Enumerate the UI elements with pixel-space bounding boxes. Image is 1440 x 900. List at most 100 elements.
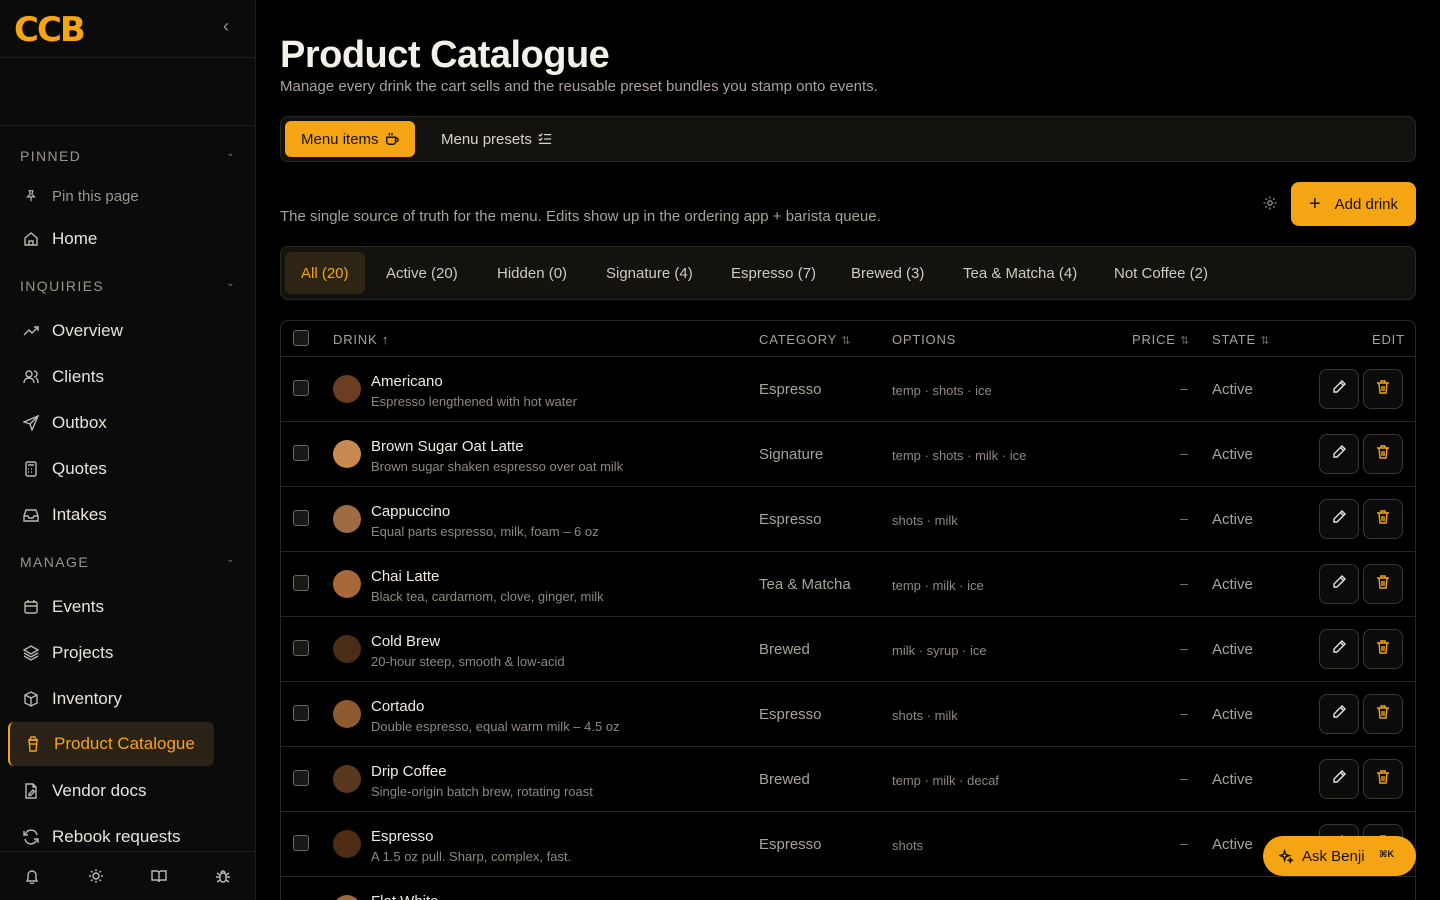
- drinks-table: DRINK ↑ CATEGORY ⇅ OPTIONS PRICE ⇅ STATE…: [280, 320, 1416, 900]
- tab-menu-items[interactable]: Menu items: [285, 121, 415, 157]
- add-drink-button[interactable]: + Add drink: [1291, 182, 1416, 226]
- drink-description: 20-hour steep, smooth & low-acid: [371, 654, 565, 669]
- table-row[interactable]: Espresso A 1.5 oz pull. Sharp, complex, f…: [281, 812, 1415, 877]
- header-category[interactable]: CATEGORY ⇅: [759, 332, 851, 347]
- delete-button[interactable]: [1363, 499, 1403, 539]
- pin-icon: [22, 187, 40, 205]
- delete-button[interactable]: [1363, 759, 1403, 799]
- ask-benji-button[interactable]: Ask Benji ⌘K: [1263, 836, 1416, 876]
- keyboard-shortcut: ⌘K: [1379, 849, 1394, 859]
- header-label: STATE: [1212, 332, 1256, 347]
- drink-description: Black tea, cardamom, clove, ginger, milk: [371, 589, 604, 604]
- settings-gear-icon[interactable]: [1262, 195, 1280, 213]
- drink-state: Active: [1212, 836, 1253, 853]
- filter-not-coffee[interactable]: Not Coffee (2): [1098, 252, 1224, 294]
- tab-menu-presets[interactable]: Menu presets: [425, 121, 568, 157]
- section-pinned[interactable]: PINNED ⌄: [20, 148, 240, 168]
- collapse-sidebar-icon[interactable]: ‹: [216, 16, 236, 36]
- edit-button[interactable]: [1319, 629, 1359, 669]
- bug-icon[interactable]: [213, 866, 233, 886]
- section-label: PINNED: [20, 148, 82, 164]
- delete-button[interactable]: [1363, 694, 1403, 734]
- row-checkbox[interactable]: [293, 705, 309, 721]
- row-checkbox[interactable]: [293, 380, 309, 396]
- filter-active[interactable]: Active (20): [370, 252, 474, 294]
- drink-category: Tea & Matcha: [759, 576, 851, 593]
- sun-icon[interactable]: [86, 866, 106, 886]
- table-row[interactable]: Drip Coffee Single-origin batch brew, rot…: [281, 747, 1415, 812]
- sidebar-bottom-bar: [0, 851, 255, 900]
- section-manage[interactable]: MANAGE ⌄: [20, 554, 240, 574]
- drink-category: Espresso: [759, 836, 822, 853]
- row-checkbox[interactable]: [293, 640, 309, 656]
- sidebar-item-overview[interactable]: Overview: [8, 309, 123, 353]
- row-checkbox[interactable]: [293, 835, 309, 851]
- row-checkbox[interactable]: [293, 575, 309, 591]
- drink-color-swatch: [333, 635, 361, 663]
- filter-hidden[interactable]: Hidden (0): [481, 252, 583, 294]
- sidebar-item-quotes[interactable]: Quotes: [8, 447, 107, 491]
- drink-options: temp · milk · decaf: [892, 773, 999, 788]
- drink-price: –: [1180, 445, 1188, 461]
- edit-button[interactable]: [1319, 694, 1359, 734]
- table-row[interactable]: Cappuccino Equal parts espresso, milk, fo…: [281, 487, 1415, 552]
- table-row[interactable]: Cortado Double espresso, equal warm milk …: [281, 682, 1415, 747]
- filter-tea-matcha[interactable]: Tea & Matcha (4): [947, 252, 1093, 294]
- row-checkbox[interactable]: [293, 510, 309, 526]
- table-row[interactable]: Chai Latte Black tea, cardamom, clove, gi…: [281, 552, 1415, 617]
- sidebar-item-projects[interactable]: Projects: [8, 631, 113, 675]
- sidebar-item-outbox[interactable]: Outbox: [8, 401, 107, 445]
- nav-label: Overview: [52, 321, 123, 340]
- app-root: CCB ‹ PINNED ⌄ Pin this page Home INQUIR…: [0, 0, 1440, 900]
- nav-label: Outbox: [52, 413, 107, 432]
- section-inquiries[interactable]: INQUIRIES ⌄: [20, 278, 240, 298]
- trash-icon: [1375, 769, 1391, 790]
- coffee-cup-icon: [385, 132, 399, 146]
- sidebar-item-vendor-docs[interactable]: Vendor docs: [8, 769, 147, 813]
- sidebar-divider: [0, 57, 255, 58]
- table-row[interactable]: Brown Sugar Oat Latte Brown sugar shaken …: [281, 422, 1415, 487]
- header-price[interactable]: PRICE ⇅: [1132, 332, 1190, 347]
- brand-logo[interactable]: CCB: [14, 10, 86, 50]
- sidebar-item-inventory[interactable]: Inventory: [8, 677, 122, 721]
- filter-signature[interactable]: Signature (4): [590, 252, 709, 294]
- drink-options: shots · milk: [892, 513, 958, 528]
- pin-this-page[interactable]: Pin this page: [8, 174, 139, 218]
- table-row[interactable]: Americano Espresso lengthened with hot wa…: [281, 357, 1415, 422]
- delete-button[interactable]: [1363, 564, 1403, 604]
- trash-icon: [1375, 639, 1391, 660]
- sidebar-item-product-catalogue[interactable]: Product Catalogue: [8, 722, 214, 766]
- drink-state: Active: [1212, 706, 1253, 723]
- filter-brewed[interactable]: Brewed (3): [835, 252, 940, 294]
- edit-button[interactable]: [1319, 564, 1359, 604]
- drink-description: A 1.5 oz pull. Sharp, complex, fast.: [371, 849, 572, 864]
- bell-icon[interactable]: [22, 866, 42, 886]
- drink-name: Americano: [371, 373, 443, 390]
- filter-espresso[interactable]: Espresso (7): [715, 252, 832, 294]
- filter-all[interactable]: All (20): [285, 252, 365, 294]
- edit-button[interactable]: [1319, 499, 1359, 539]
- sidebar-item-clients[interactable]: Clients: [8, 355, 104, 399]
- table-row[interactable]: Flat White: [281, 877, 1415, 900]
- book-icon[interactable]: [149, 866, 169, 886]
- drink-category: Espresso: [759, 381, 822, 398]
- delete-button[interactable]: [1363, 369, 1403, 409]
- trash-icon: [1375, 379, 1391, 400]
- edit-button[interactable]: [1319, 434, 1359, 474]
- chevron-down-icon: ⌄: [226, 554, 236, 565]
- edit-button[interactable]: [1319, 759, 1359, 799]
- catalogue-description: The single source of truth for the menu.…: [280, 208, 881, 225]
- sidebar-item-events[interactable]: Events: [8, 585, 104, 629]
- row-checkbox[interactable]: [293, 770, 309, 786]
- sidebar-item-intakes[interactable]: Intakes: [8, 493, 107, 537]
- table-row[interactable]: Cold Brew 20-hour steep, smooth & low-aci…: [281, 617, 1415, 682]
- header-drink[interactable]: DRINK ↑: [333, 332, 389, 347]
- row-checkbox[interactable]: [293, 445, 309, 461]
- select-all-checkbox[interactable]: [293, 330, 309, 346]
- header-state[interactable]: STATE ⇅: [1212, 332, 1270, 347]
- delete-button[interactable]: [1363, 434, 1403, 474]
- drink-state: Active: [1212, 771, 1253, 788]
- delete-button[interactable]: [1363, 629, 1403, 669]
- edit-button[interactable]: [1319, 369, 1359, 409]
- sidebar-item-home[interactable]: Home: [8, 217, 97, 261]
